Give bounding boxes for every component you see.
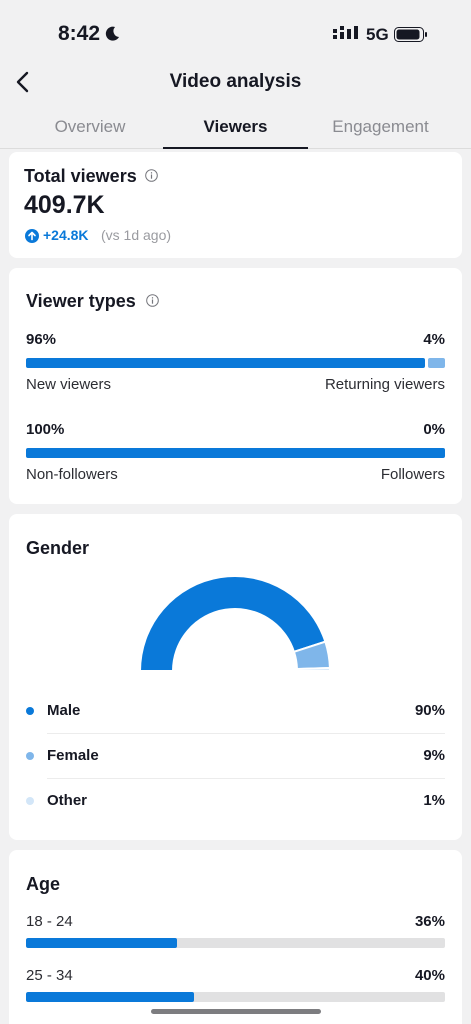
tab-bar: Overview Viewers Engagement [0, 105, 471, 149]
moon-icon [105, 26, 119, 41]
age-bar-track [26, 938, 445, 948]
returning-viewers-bar-segment [428, 358, 445, 368]
gender-slice-other [295, 666, 332, 672]
total-viewers-value: 409.7K [24, 191, 105, 219]
age-range-label: 25 - 34 [26, 967, 73, 984]
age-bar-track [26, 992, 445, 1002]
followers-bar [26, 448, 445, 458]
age-range-percent: 36% [414, 913, 445, 930]
total-viewers-card: Total viewers 409.7K +24.8K (vs 1d ago) [9, 152, 462, 258]
returning-viewers-label: Returning viewers [324, 376, 445, 393]
status-bar: 8:42 5G [0, 0, 471, 64]
age-range-percent: 40% [414, 967, 445, 984]
total-viewers-title: Total viewers [24, 166, 137, 186]
viewer-types-title: Viewer types [26, 291, 136, 311]
gender-card: Gender Male 90% Female 9% Other 1% [9, 514, 462, 840]
age-title: Age [26, 874, 61, 894]
page-title: Video analysis [169, 71, 302, 92]
tab-overview[interactable]: Overview [40, 117, 140, 137]
male-label: Male [47, 702, 81, 719]
battery-icon [394, 27, 427, 42]
followers-label: Followers [380, 466, 445, 483]
legend-row-male: Male 90% [9, 689, 462, 734]
signal-icon [333, 26, 358, 39]
legend-row-female: Female 9% [9, 734, 462, 779]
age-range-label: 18 - 24 [26, 913, 73, 930]
new-viewers-label: New viewers [26, 376, 112, 393]
delta-comparison-note: (vs 1d ago) [101, 227, 172, 243]
other-legend-dot [26, 797, 34, 805]
female-percent: 9% [423, 747, 445, 764]
network-label: 5G [366, 25, 389, 44]
tab-engagement[interactable]: Engagement [318, 117, 443, 137]
returning-viewers-percent: 4% [423, 331, 445, 348]
new-viewers-percent: 96% [26, 331, 57, 348]
other-percent: 1% [423, 792, 445, 809]
age-bar-fill [26, 938, 177, 948]
non-followers-bar-segment [26, 448, 445, 458]
age-bar-fill [26, 992, 194, 1002]
home-indicator[interactable] [151, 1009, 321, 1014]
active-tab-indicator [163, 147, 308, 149]
new-vs-returning-bar [26, 358, 445, 368]
info-icon[interactable] [145, 169, 158, 182]
age-card: Age 18 - 24 36% 25 - 34 40% [9, 850, 462, 1024]
nav-header: Video analysis [0, 64, 471, 102]
non-followers-label: Non-followers [26, 466, 118, 483]
viewer-types-card: Viewer types 96% 4% New viewers Returnin… [9, 268, 462, 504]
gender-title: Gender [26, 538, 90, 558]
male-percent: 90% [414, 702, 445, 719]
legend-row-other: Other 1% [9, 779, 462, 824]
non-followers-percent: 100% [26, 421, 65, 438]
male-legend-dot [26, 707, 34, 715]
info-icon[interactable] [146, 294, 159, 307]
female-label: Female [47, 747, 99, 764]
female-legend-dot [26, 752, 34, 760]
new-viewers-bar-segment [26, 358, 425, 368]
arrow-up-icon [25, 229, 39, 243]
followers-percent: 0% [423, 421, 445, 438]
other-label: Other [47, 792, 88, 809]
status-time: 8:42 [58, 22, 101, 45]
total-viewers-delta: +24.8K [43, 227, 89, 243]
tab-viewers[interactable]: Viewers [163, 117, 308, 137]
